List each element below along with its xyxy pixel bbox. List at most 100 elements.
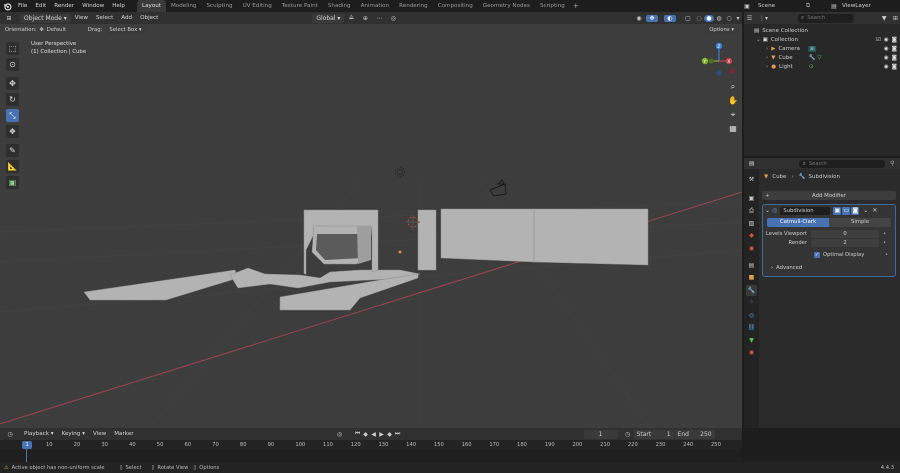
timeline-menu-keying[interactable]: Keying ▾ <box>58 431 89 437</box>
snap-icon[interactable]: ⊕ <box>358 15 372 22</box>
eye-icon[interactable]: ◉ <box>884 37 892 43</box>
eye-icon[interactable]: ◉ <box>884 64 892 70</box>
transform-orientation-dropdown[interactable]: Global ▾ <box>312 13 345 23</box>
tab-rendering[interactable]: Rendering <box>394 0 433 12</box>
tab-geometry-nodes[interactable]: Geometry Nodes <box>478 0 535 12</box>
3d-viewport[interactable]: ⊞ Object Mode ▾ View Select Add Object G… <box>0 12 742 428</box>
menu-render[interactable]: Render <box>50 3 78 9</box>
select-tool[interactable]: ⬚ <box>6 42 19 55</box>
tab-modeling[interactable]: Modeling <box>166 0 201 12</box>
keyframe-dot-icon[interactable]: • <box>879 240 886 246</box>
move-tool[interactable]: ✥ <box>6 77 19 90</box>
object-mode-dropdown[interactable]: Object Mode ▾ <box>20 13 71 23</box>
add-workspace-icon[interactable]: + <box>570 2 582 10</box>
rotate-tool[interactable]: ↻ <box>6 93 19 106</box>
shading-rendered-icon[interactable]: ○ <box>724 15 734 22</box>
material-tab[interactable]: ◉ <box>746 347 757 358</box>
navigation-gizmo[interactable]: Z X Y <box>699 41 739 81</box>
constraints-tab[interactable]: ⛓ <box>746 322 757 333</box>
outliner-search[interactable]: ⌕ Search <box>797 13 854 23</box>
outliner-item-camera[interactable]: › ▶ Camera ▣ ◉ ◙ <box>744 44 900 53</box>
menu-file[interactable]: File <box>14 3 31 9</box>
render-levels-field[interactable]: 2 <box>811 239 879 247</box>
catmull-clark-option[interactable]: Catmull-Clark <box>767 218 829 227</box>
pin-icon[interactable]: ⚲ <box>885 160 900 167</box>
measure-tool[interactable]: 📐 <box>6 160 19 173</box>
levels-viewport-field[interactable]: 0 <box>811 230 879 238</box>
timeline-menu-view[interactable]: View <box>89 431 110 437</box>
playhead-marker[interactable]: 1 <box>22 441 32 449</box>
menu-edit[interactable]: Edit <box>31 3 50 9</box>
shading-options-icon[interactable]: ▾ <box>734 15 742 22</box>
pivot-icon[interactable]: ⟁ <box>344 14 358 22</box>
tab-scripting[interactable]: Scripting <box>535 0 570 12</box>
keyframe-dot-icon[interactable]: • <box>879 231 886 237</box>
viewlayer-icon[interactable]: ▤ <box>828 3 840 10</box>
outliner-editor-icon[interactable]: ☰ <box>744 15 755 22</box>
camera-render-icon[interactable]: ◙ <box>892 64 900 70</box>
transform-tool[interactable]: ❖ <box>6 125 19 138</box>
scale-tool[interactable]: ⤡ <box>6 109 19 122</box>
tab-layout[interactable]: Layout <box>136 0 166 12</box>
viewport-toggle-icon[interactable]: ▭ <box>842 206 851 215</box>
zoom-icon[interactable]: ⌕ <box>727 82 739 96</box>
timeline-editor-icon[interactable]: ◷ <box>0 431 20 438</box>
close-icon[interactable]: ✕ <box>872 207 877 214</box>
timeline-ruler[interactable]: 10 20 30 40 50 60 70 80 90 100 110 120 130 140 150 160 1… <box>0 440 742 450</box>
collection-tab[interactable]: ▤ <box>746 260 757 271</box>
viewport-menu-add[interactable]: Add <box>117 15 136 21</box>
camera-render-icon[interactable]: ◙ <box>892 55 900 61</box>
tool-tab[interactable]: ⚒ <box>746 174 757 185</box>
options-dropdown[interactable]: Options ▾ <box>705 26 738 34</box>
outliner-filter-icon[interactable]: ▼ <box>878 15 891 22</box>
viewport-menu-select[interactable]: Select <box>92 15 117 21</box>
play-icon[interactable]: ▶ <box>378 431 386 438</box>
play-reverse-icon[interactable]: ◀ <box>370 431 378 438</box>
overlay-toggle-icon[interactable]: ◐ <box>664 14 676 22</box>
jump-start-icon[interactable]: ⏮ <box>354 430 362 438</box>
render-toggle-icon[interactable]: ◙ <box>851 206 860 215</box>
scene-name[interactable]: Scene <box>752 3 804 9</box>
properties-search[interactable]: ⌕ Search <box>799 159 885 168</box>
xray-icon[interactable]: ▢ <box>682 15 694 22</box>
outliner-item-light[interactable]: › ● Light ⊙ ◉ ◙ <box>744 62 900 71</box>
physics-tab[interactable]: ◎ <box>746 310 757 321</box>
menu-help[interactable]: Help <box>108 3 129 9</box>
eye-icon[interactable]: ◉ <box>884 46 892 52</box>
output-tab[interactable]: ⎙ <box>746 205 757 216</box>
add-modifier-button[interactable]: + Add Modifier <box>762 191 896 200</box>
collapse-chevron-icon[interactable]: ⌄ <box>765 207 772 214</box>
proportional-edit-icon[interactable]: ◎ <box>386 15 400 22</box>
tab-compositing[interactable]: Compositing <box>433 0 478 12</box>
advanced-subpanel[interactable]: › Advanced <box>763 264 895 272</box>
collapse-chevron-icon[interactable]: ⌄ <box>756 37 763 43</box>
clock-icon[interactable]: ◷ <box>622 431 634 438</box>
prev-keyframe-icon[interactable]: ◆ <box>362 431 370 438</box>
shading-solid-icon[interactable]: ● <box>704 14 714 22</box>
viewlayer-name[interactable]: ViewLayer <box>840 3 871 9</box>
simple-option[interactable]: Simple <box>829 218 891 227</box>
timeline-track-area[interactable] <box>0 450 742 462</box>
pan-hand-icon[interactable]: ✋ <box>727 96 739 110</box>
new-scene-icon[interactable]: ⧉ <box>804 2 812 10</box>
outliner-display-icon[interactable]: ⋮▾ <box>755 15 772 22</box>
tab-shading[interactable]: Shading <box>323 0 356 12</box>
timeline-menu-marker[interactable]: Marker <box>110 431 137 437</box>
checkbox-icon[interactable]: ☑ <box>876 37 884 43</box>
tab-uv-editing[interactable]: UV Editing <box>238 0 277 12</box>
record-icon[interactable]: ◎ <box>334 431 346 438</box>
outliner-collection[interactable]: ⌄ ▣ Collection ☑ ◉ ◙ <box>744 35 900 44</box>
jump-end-icon[interactable]: ⏭ <box>394 430 402 438</box>
particles-tab[interactable]: ⁘ <box>746 297 757 308</box>
modifier-tab[interactable]: 🔧 <box>746 284 757 296</box>
eye-icon[interactable]: ◉ <box>884 55 892 61</box>
snap-target-icon[interactable]: ⋯ <box>372 15 386 22</box>
drag-dropdown[interactable]: Select Box ▾ <box>106 26 145 34</box>
render-tab[interactable]: ▣ <box>746 193 757 204</box>
tab-animation[interactable]: Animation <box>356 0 395 12</box>
tab-texture-paint[interactable]: Texture Paint <box>277 0 323 12</box>
next-keyframe-icon[interactable]: ◆ <box>386 431 394 438</box>
perspective-toggle-icon[interactable]: ▦ <box>727 124 739 138</box>
viewport-menu-view[interactable]: View <box>71 15 92 21</box>
world-tab[interactable]: ◉ <box>746 243 757 254</box>
